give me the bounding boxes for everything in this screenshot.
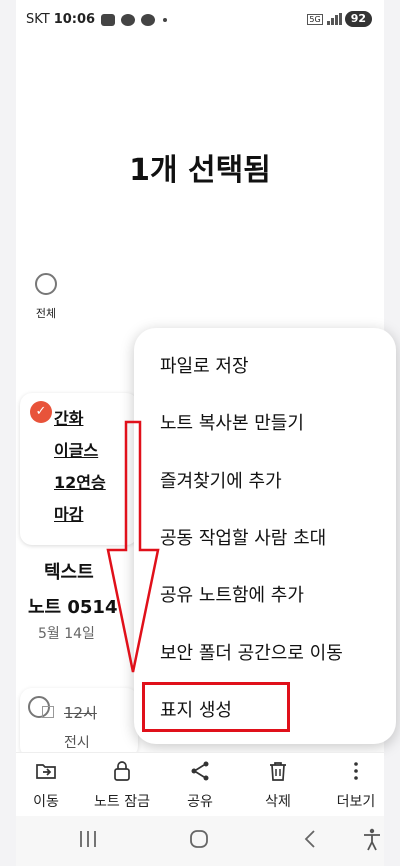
note-line: 이글스 xyxy=(54,441,99,460)
more-label: 더보기 xyxy=(336,794,376,810)
note-line: 12연승 xyxy=(54,473,106,492)
share-icon xyxy=(191,761,209,781)
battery-indicator: 92 xyxy=(344,11,372,27)
menu-item-add-to-favorites[interactable]: 즐겨찾기에 추가 xyxy=(160,467,282,493)
screen: SKT 10:06 5G 92 1개 선택됨 전체 ✓ 간화 이글스 12연승 … xyxy=(16,0,396,866)
note-card-content: 간화 이글스 12연승 마감 xyxy=(54,405,106,533)
annotation-arrow-icon xyxy=(106,420,160,673)
device-frame: SKT 10:06 5G 92 1개 선택됨 전체 ✓ 간화 이글스 12연승 … xyxy=(0,0,400,866)
system-navigation-bar xyxy=(16,816,384,866)
recent-apps-icon[interactable] xyxy=(78,828,98,850)
note-line: 전시 xyxy=(64,735,90,751)
share-label: 공유 xyxy=(187,794,213,810)
menu-item-invite-collaborators[interactable]: 공동 작업할 사람 초대 xyxy=(160,524,326,550)
select-all-label: 전체 xyxy=(35,307,57,320)
accessibility-icon[interactable] xyxy=(362,828,382,852)
bottom-toolbar: 이동 노트 잠금 공유 삭제 더보기 xyxy=(16,752,384,816)
lock-note-label: 노트 잠금 xyxy=(94,794,150,810)
back-icon[interactable] xyxy=(302,828,318,850)
menu-item-add-to-shared-notebook[interactable]: 공유 노트함에 추가 xyxy=(160,581,304,607)
delete-button[interactable]: 삭제 xyxy=(258,759,298,811)
text-note-date: 5월 14일 xyxy=(38,626,95,642)
more-vertical-icon xyxy=(354,762,358,780)
move-label: 이동 xyxy=(33,794,59,810)
clock-text: 10:06 xyxy=(53,12,96,27)
move-folder-icon xyxy=(36,764,56,779)
select-all-circle-icon[interactable] xyxy=(35,273,57,295)
checkbox-icon xyxy=(42,706,54,718)
network-type: 5G xyxy=(307,13,323,25)
text-note-title-line1[interactable]: 텍스트 xyxy=(44,558,94,584)
menu-item-move-to-secure-folder[interactable]: 보안 폴더 공간으로 이동 xyxy=(160,639,343,665)
more-notifications-icon xyxy=(163,17,168,22)
page-title: 1개 선택됨 xyxy=(129,153,271,188)
move-button[interactable]: 이동 xyxy=(26,759,66,811)
lock-icon xyxy=(114,761,130,781)
text-note-title-line2[interactable]: 노트 0514 xyxy=(28,593,117,619)
status-bar: SKT 10:06 5G 92 xyxy=(16,0,384,38)
note-card[interactable]: 12시 전시 xyxy=(20,688,138,758)
delete-label: 삭제 xyxy=(265,794,291,810)
note-line: 12시 xyxy=(64,704,97,722)
notification-icon xyxy=(101,13,116,26)
select-all-toggle[interactable]: 전체 xyxy=(26,273,66,321)
menu-item-duplicate-note[interactable]: 노트 복사본 만들기 xyxy=(160,409,304,435)
menu-item-save-as-file[interactable]: 파일로 저장 xyxy=(160,352,249,378)
signal-icon xyxy=(326,13,342,25)
note-line: 마감 xyxy=(54,505,84,524)
annotation-highlight-box xyxy=(142,682,290,732)
more-button[interactable]: 더보기 xyxy=(332,759,380,811)
trash-icon xyxy=(270,762,286,781)
checked-icon[interactable]: ✓ xyxy=(30,401,52,423)
chat-icon xyxy=(121,13,136,26)
lock-note-button[interactable]: 노트 잠금 xyxy=(86,759,158,811)
note-line: 간화 xyxy=(54,409,84,428)
home-icon[interactable] xyxy=(188,828,210,850)
share-button[interactable]: 공유 xyxy=(180,759,220,811)
carrier-text: SKT xyxy=(26,12,50,27)
talk-icon xyxy=(141,13,156,26)
